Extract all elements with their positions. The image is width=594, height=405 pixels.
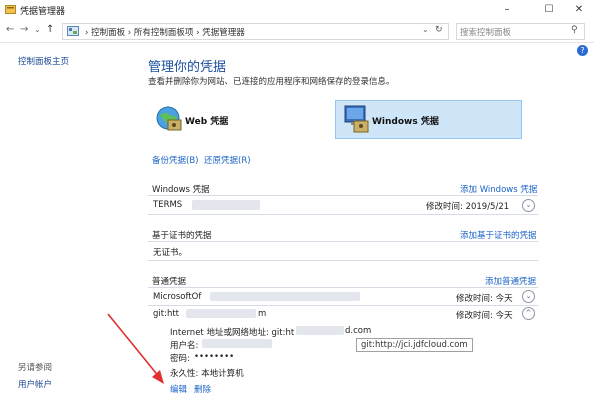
annotation-arrow [107, 313, 164, 384]
